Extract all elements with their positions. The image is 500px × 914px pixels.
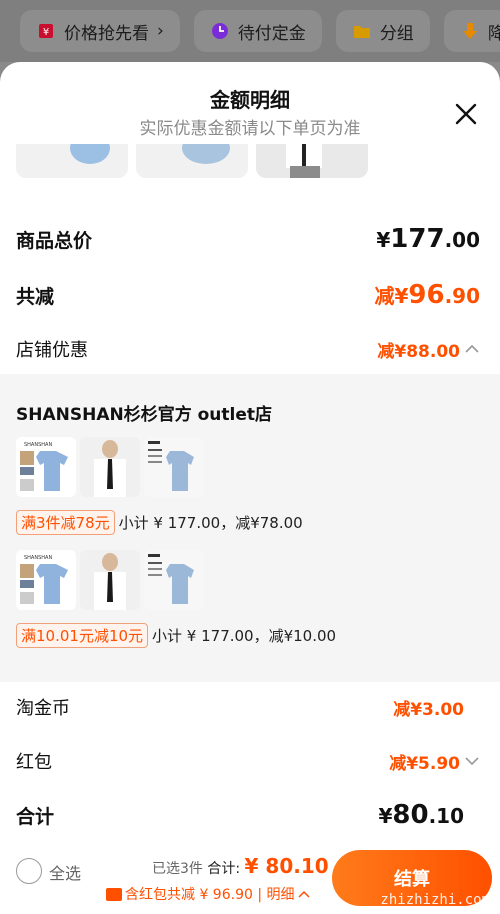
discount-detail-link[interactable]: 含红包共减 ¥ 96.90 | 明细: [106, 884, 310, 904]
svg-text:SHANSHAN: SHANSHAN: [24, 555, 52, 561]
product-thumbnail: [16, 144, 128, 178]
amount-detail-sheet: 金额明细 实际优惠金额请以下单页为准 商品总价 ¥177.00 共减 减¥96.…: [0, 62, 500, 914]
sum-row: 合计 ¥80.10: [16, 800, 480, 830]
product-image: SHANSHAN: [16, 437, 76, 497]
red-packet-label: 红包: [16, 752, 52, 773]
shop-discount-detail: SHANSHAN杉杉官方 outlet店 SHANSHAN 满3件减78元 小计…: [0, 374, 500, 682]
group-label: 分组: [379, 23, 414, 44]
select-all-label[interactable]: 全选: [49, 860, 81, 884]
chevron-up-icon[interactable]: [464, 344, 480, 354]
shop-name: SHANSHAN杉杉官方 outlet店: [16, 405, 273, 425]
pending-deposit-label: 待付定金: [237, 23, 306, 44]
coupon-icon: [106, 887, 122, 901]
sum-value: ¥80.10: [378, 800, 464, 830]
total-reduce-row: 共减 减¥96.90: [16, 280, 480, 310]
price-preview-label: 价格抢先看: [64, 23, 149, 44]
price-drop-label: 降: [487, 23, 500, 44]
product-image: [80, 437, 140, 497]
coin-value: 减¥3.00: [393, 699, 464, 720]
red-packet-row[interactable]: 红包 减¥5.90: [16, 748, 480, 774]
close-icon[interactable]: [452, 100, 480, 128]
sheet-subtitle: 实际优惠金额请以下单页为准: [139, 119, 361, 139]
total-price-label: 商品总价: [16, 229, 93, 252]
promo-tag: 满3件减78元: [16, 510, 115, 535]
product-image: SHANSHAN: [16, 550, 76, 610]
folder-icon: [352, 21, 372, 41]
total-price-value: ¥177.00: [376, 224, 480, 254]
sum-label: 合计: [16, 805, 55, 828]
red-packet-value: 减¥5.90: [389, 753, 460, 774]
total-prefix: 合计:: [207, 861, 241, 877]
chevron-right-icon: ›: [157, 21, 164, 41]
clock-icon: [210, 21, 230, 41]
product-image: [80, 550, 140, 610]
pending-deposit-button[interactable]: 待付定金: [193, 10, 322, 52]
product-group-2: SHANSHAN: [16, 550, 204, 610]
price-tag-icon: ¥: [36, 21, 56, 41]
cart-thumbnails: [16, 144, 368, 178]
down-arrow-icon: [460, 21, 480, 41]
price-drop-button[interactable]: 降: [443, 10, 500, 52]
total-reduce-label: 共减: [16, 285, 55, 308]
sheet-title: 金额明细: [210, 88, 290, 112]
watermark-text: zhizhizhi.com: [380, 892, 490, 908]
shop-discount-row[interactable]: 店铺优惠 减¥88.00: [16, 336, 480, 362]
chevron-down-icon[interactable]: [464, 756, 480, 766]
promo-line-1: 满3件减78元 小计 ¥ 177.00，减¥78.00: [16, 510, 303, 535]
total-reduce-value: 减¥96.90: [374, 280, 480, 310]
product-group-1: SHANSHAN: [16, 437, 204, 497]
select-all-checkbox[interactable]: [16, 858, 42, 884]
selected-count: 已选3件: [152, 861, 203, 877]
product-image: [144, 550, 204, 610]
top-action-bar: ¥ 价格抢先看 › 待付定金 分组 降: [0, 0, 500, 62]
shop-discount-label: 店铺优惠: [16, 340, 88, 361]
coin-label: 淘金币: [16, 698, 70, 719]
promo-subtotal: 小计 ¥ 177.00，减¥78.00: [118, 514, 303, 532]
product-thumbnail: [256, 144, 368, 178]
svg-text:¥: ¥: [43, 27, 49, 38]
chevron-up-icon: [297, 890, 310, 898]
price-preview-button[interactable]: ¥ 价格抢先看 ›: [20, 10, 180, 52]
svg-text:SHANSHAN: SHANSHAN: [24, 442, 52, 448]
product-image: [144, 437, 204, 497]
coin-row: 淘金币 减¥3.00: [16, 694, 480, 720]
shop-discount-value: 减¥88.00: [377, 341, 460, 362]
checkout-bar: 全选 已选3件 合计: ¥ 80.10 含红包共减 ¥ 96.90 | 明细 结…: [0, 840, 500, 914]
promo-subtotal: 小计 ¥ 177.00，减¥10.00: [152, 627, 337, 645]
total-price-row: 商品总价 ¥177.00: [16, 224, 480, 254]
promo-tag: 满10.01元减10元: [16, 623, 149, 648]
product-thumbnail: [136, 144, 248, 178]
promo-line-2: 满10.01元减10元 小计 ¥ 177.00，减¥10.00: [16, 623, 336, 648]
group-button[interactable]: 分组: [335, 10, 430, 52]
selected-summary: 已选3件 合计: ¥ 80.10: [152, 854, 329, 878]
checkout-total: ¥ 80.10: [244, 854, 329, 878]
discount-detail-text: 含红包共减 ¥ 96.90 | 明细: [125, 887, 295, 903]
